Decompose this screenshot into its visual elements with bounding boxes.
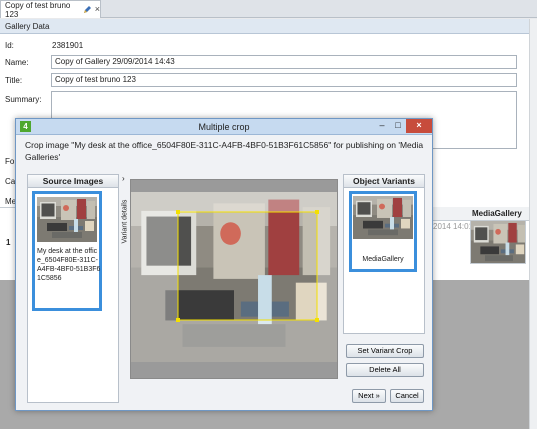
dialog-title: Multiple crop [198, 122, 250, 132]
crop-handle-top-left[interactable] [176, 210, 180, 214]
next-button[interactable]: Next » [352, 389, 386, 403]
set-variant-crop-button[interactable]: Set Variant Crop [346, 344, 424, 358]
grid-row-number: 1 [6, 238, 11, 247]
dialog-message: Crop image "My desk at the office_6504F8… [25, 140, 424, 162]
source-images-title: Source Images [28, 175, 118, 188]
source-image-name: My desk at the office_6504F80E-311C-A4FB… [37, 248, 101, 282]
category-label: Ca [5, 177, 16, 186]
id-value: 2381901 [52, 41, 84, 50]
background-grid-header: d MediaGallery [425, 207, 529, 221]
object-variants-pane: Object Variants MediaGallery [343, 174, 425, 334]
name-label: Name: [5, 58, 29, 67]
section-header: Gallery Data [0, 19, 529, 34]
variant-thumbnail [353, 196, 413, 239]
source-image-item[interactable]: My desk at the office_6504F80E-311C-A4FB… [32, 191, 102, 311]
grid-date-cell: 2014 14:01: [433, 222, 476, 231]
source-images-pane: Source Images My desk at the office_6504… [27, 174, 119, 403]
document-tab[interactable]: Copy of test bruno 123 × [0, 0, 101, 19]
crop-handle-bottom-right[interactable] [315, 318, 319, 322]
variant-details-toggle[interactable]: › Variant details [121, 174, 130, 403]
id-label: Id: [5, 41, 14, 50]
crop-handle-top-right[interactable] [315, 210, 319, 214]
summary-label: Summary: [5, 95, 42, 104]
close-button[interactable]: × [406, 119, 432, 133]
pencil-icon [83, 5, 92, 14]
object-variants-title: Object Variants [344, 175, 424, 188]
chevron-right-icon: › [122, 174, 125, 183]
maximize-button[interactable]: □ [390, 119, 406, 133]
grid-col-mediagallery: MediaGallery [472, 209, 522, 218]
minimize-button[interactable]: – [374, 119, 390, 133]
folder-label: Fo [5, 157, 15, 166]
cancel-button[interactable]: Cancel [390, 389, 424, 403]
grid-thumbnail[interactable] [470, 220, 526, 264]
crop-handle-bottom-left[interactable] [176, 318, 180, 322]
name-field[interactable]: Copy of Gallery 29/09/2014 14:43 [51, 55, 517, 69]
dialog-title-bar[interactable]: 4 Multiple crop – □ × [16, 119, 432, 135]
document-tab-bar: Copy of test bruno 123 × [0, 0, 537, 19]
document-tab-label: Copy of test bruno 123 [5, 0, 71, 19]
app-scrollbar[interactable] [529, 19, 537, 429]
variant-item[interactable]: MediaGallery [349, 191, 417, 272]
crop-canvas[interactable] [130, 179, 338, 379]
variant-details-label: Variant details [121, 199, 129, 244]
close-tab-icon[interactable]: × [95, 5, 100, 14]
variant-item-name: MediaGallery [362, 256, 404, 263]
title-label: Title: [5, 76, 23, 85]
source-image-thumbnail [37, 197, 97, 242]
delete-all-button[interactable]: Delete All [346, 363, 424, 377]
title-field[interactable]: Copy of test bruno 123 [51, 73, 517, 87]
multiple-crop-dialog: 4 Multiple crop – □ × Crop image "My des… [15, 118, 433, 411]
